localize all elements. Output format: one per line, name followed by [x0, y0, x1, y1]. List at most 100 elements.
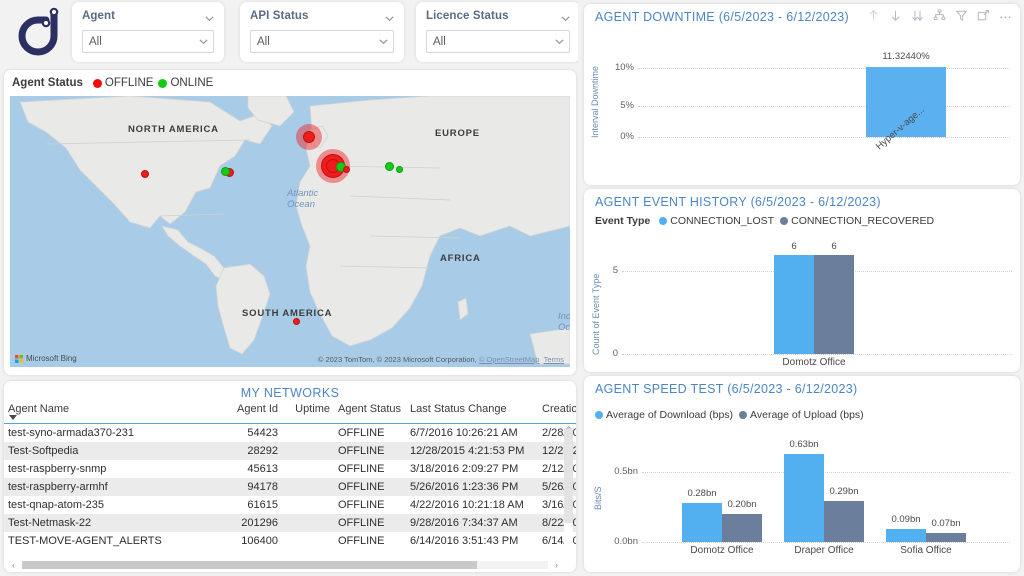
table-row[interactable]: test-syno-armada370-231 54423 OFFLINE 6/…	[4, 424, 576, 443]
cell-uptime	[282, 460, 334, 478]
slicer-api-status[interactable]: API Status All	[240, 2, 404, 62]
cell-uptime	[282, 514, 334, 532]
agent-event-history-visual[interactable]: AGENT EVENT HISTORY (6/5/2023 - 6/12/202…	[584, 189, 1020, 372]
filter-icon[interactable]	[955, 9, 968, 22]
slicer-licence-status[interactable]: Licence Status All	[416, 2, 578, 62]
speed-category-sofia: Sofia Office	[900, 545, 952, 556]
chevron-down-icon[interactable]	[560, 11, 571, 22]
agent-downtime-visual[interactable]: AGENT DOWNTIME (6/5/2023 - 6/12/2023) In…	[584, 4, 1020, 185]
cell-last-status-change: 6/14/2016 3:51:43 PM	[410, 535, 519, 547]
slicer-agent[interactable]: Agent All	[72, 2, 224, 62]
map-pin-online[interactable]	[396, 166, 403, 173]
map-attribution-text: © 2023 TomTom, © 2023 Microsoft Corporat…	[317, 355, 477, 364]
column-header-agent-status[interactable]: Agent Status	[334, 400, 406, 424]
legend-item-connection-recovered[interactable]: CONNECTION_RECOVERED	[780, 215, 934, 227]
column-header-creation-time[interactable]: Creation Tim	[538, 400, 576, 424]
table-vertical-scrollbar[interactable]: ⌃ ⌄	[564, 426, 573, 550]
legend-item-upload[interactable]: Average of Upload (bps)	[739, 409, 864, 421]
hierarchy-icon[interactable]	[933, 9, 946, 22]
map-pin-offline[interactable]	[141, 170, 149, 178]
legend-item-offline[interactable]: OFFLINE	[92, 77, 154, 89]
speed-gridline-05	[642, 472, 1010, 473]
legend-item-download[interactable]: Average of Download (bps)	[595, 409, 733, 421]
cell-last-status-change: 5/26/2016 1:23:36 PM	[410, 481, 519, 493]
table-row[interactable]: Test-Netmask-22 201296 OFFLINE 9/28/2016…	[4, 514, 576, 532]
table-row[interactable]: test-raspberry-armhf 94178 OFFLINE 5/26/…	[4, 478, 576, 496]
speed-bar-upload-draper[interactable]	[824, 501, 864, 542]
cell-agent-status: OFFLINE	[338, 481, 385, 493]
events-bar-connection-recovered[interactable]	[814, 255, 854, 354]
table-row[interactable]: Test-Softpedia 28292 OFFLINE 12/28/2015 …	[4, 442, 576, 460]
events-ytick-0: 0	[612, 348, 618, 359]
world-map[interactable]: NORTH AMERICA SOUTH AMERICA EUROPE AFRIC…	[10, 96, 570, 367]
chevron-down-icon[interactable]	[554, 36, 565, 47]
downtime-gridline-0	[638, 137, 1010, 138]
map-legend: Agent Status OFFLINE ONLINE	[12, 77, 213, 89]
table-row[interactable]: test-qnap-atom-235 61615 OFFLINE 4/22/20…	[4, 496, 576, 514]
table-row[interactable]: test-raspberry-snmp 45613 OFFLINE 3/18/2…	[4, 460, 576, 478]
map-pin-offline-cluster[interactable]	[303, 131, 315, 143]
speed-ytick-05: 0.5bn	[614, 466, 638, 477]
slicer-api-status-value[interactable]: All	[250, 30, 394, 53]
agent-status-map-panel[interactable]: Agent Status OFFLINE ONLINE NORTH AMERIC…	[4, 70, 576, 375]
my-networks-table[interactable]: Agent Name Agent Id Uptime Agent Status …	[4, 400, 576, 550]
table-row[interactable]: TEST-MOVE-AGENT_ALERTS 106400 OFFLINE 6/…	[4, 532, 576, 550]
legend-label-offline: OFFLINE	[104, 77, 154, 89]
speed-bar-download-sofia[interactable]	[886, 529, 926, 542]
scroll-left-icon[interactable]: ‹	[12, 561, 15, 570]
speed-bar-download-domotz[interactable]	[682, 503, 722, 542]
cell-agent-id: 28292	[247, 445, 278, 457]
map-pin-offline[interactable]	[343, 166, 350, 173]
map-pin-online[interactable]	[385, 162, 394, 171]
table-horizontal-scrollbar[interactable]: ‹ ›	[12, 561, 558, 570]
slicer-licence-status-value[interactable]: All	[426, 30, 570, 53]
terms-link[interactable]: Terms	[544, 355, 564, 364]
table-horizontal-scroll-thumb[interactable]	[22, 561, 477, 569]
column-header-agent-id[interactable]: Agent Id	[219, 400, 282, 424]
legend-bubble-download-icon	[595, 411, 603, 419]
legend-item-online[interactable]: ONLINE	[158, 77, 213, 89]
event-history-legend-title: Event Type	[595, 215, 651, 227]
speed-ytick-0: 0.0bn	[614, 536, 638, 547]
focus-mode-icon[interactable]	[977, 9, 990, 22]
column-header-uptime[interactable]: Uptime	[282, 400, 334, 424]
downtime-ytick-0: 0%	[620, 131, 634, 142]
chevron-down-icon[interactable]	[204, 11, 215, 22]
speed-label-upload-sofia: 0.07bn	[931, 518, 961, 529]
agent-downtime-toolbar[interactable]	[867, 9, 1012, 22]
openstreetmap-link[interactable]: © OpenStreetMap	[479, 355, 540, 364]
my-networks-table-wrapper[interactable]: Agent Name Agent Id Uptime Agent Status …	[4, 400, 576, 550]
agent-speed-test-visual[interactable]: AGENT SPEED TEST (6/5/2023 - 6/12/2023) …	[584, 376, 1020, 572]
legend-label-online: ONLINE	[170, 77, 214, 89]
chevron-down-icon[interactable]	[378, 36, 389, 47]
legend-label-connection-recovered: CONNECTION_RECOVERED	[791, 215, 935, 227]
legend-item-connection-lost[interactable]: CONNECTION_LOST	[659, 215, 774, 227]
events-ytick-5: 5	[612, 265, 618, 276]
map-pin-offline[interactable]	[293, 318, 300, 325]
more-options-icon[interactable]	[999, 9, 1012, 22]
table-vertical-scroll-thumb[interactable]	[564, 428, 573, 523]
column-header-agent-name[interactable]: Agent Name	[4, 400, 219, 424]
drill-down-icon[interactable]	[889, 9, 902, 22]
events-bar-connection-lost[interactable]	[774, 255, 814, 354]
column-header-last-status-change[interactable]: Last Status Change	[406, 400, 538, 424]
map-pin-online[interactable]	[221, 167, 230, 176]
my-networks-panel[interactable]: MY NETWORKS Agent Name Agent Id Uptime A…	[4, 381, 576, 572]
expand-all-icon[interactable]	[911, 9, 924, 22]
header-bar: Agent All API Status All Licence Status …	[0, 0, 578, 64]
speed-bar-upload-domotz[interactable]	[722, 514, 762, 542]
slicer-agent-value[interactable]: All	[82, 30, 214, 53]
scroll-up-icon[interactable]: ⌃	[565, 426, 573, 435]
speed-bar-download-draper[interactable]	[784, 454, 824, 542]
cell-agent-id: 94178	[247, 481, 278, 493]
drill-up-icon[interactable]	[867, 9, 880, 22]
chevron-down-icon[interactable]	[198, 36, 209, 47]
cell-agent-name: test-syno-armada370-231	[8, 427, 134, 439]
chevron-down-icon[interactable]	[384, 11, 395, 22]
cell-agent-status: OFFLINE	[338, 499, 385, 511]
slicer-agent-value-text: All	[89, 36, 102, 48]
speed-bar-upload-sofia[interactable]	[926, 533, 966, 542]
scroll-right-icon[interactable]: ›	[555, 561, 558, 570]
downtime-gridline-5	[638, 106, 1010, 107]
events-bar-label-lost: 6	[791, 241, 797, 252]
